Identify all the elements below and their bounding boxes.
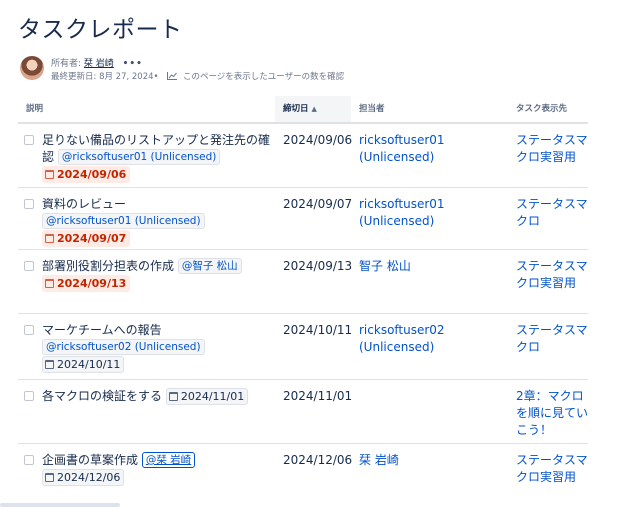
date-lozenge[interactable]: 2024/09/07 (42, 230, 131, 247)
sort-ascending-icon: ▲ (311, 105, 317, 113)
task-checkbox[interactable] (24, 391, 34, 401)
table-row: 企画書の草案作成 @栞 岩崎 2024/12/06 2024/12/06 栞 岩… (18, 444, 588, 504)
column-header-description[interactable]: 説明 (18, 96, 275, 122)
task-checkbox[interactable] (24, 325, 34, 335)
user-mention[interactable]: @ricksoftuser01 (Unlicensed) (57, 149, 221, 165)
location-link[interactable]: ステータスマクロ実習用 (516, 258, 588, 292)
calendar-icon (45, 473, 54, 482)
location-link[interactable]: ステータスマクロ実習用 (516, 132, 588, 166)
location-link[interactable]: ステータスマクロ (516, 322, 588, 356)
due-date: 2024/09/06 (283, 133, 353, 147)
table-row: 部署別役割分担表の作成 @智子 松山 2024/09/13 2024/09/13… (18, 250, 588, 314)
task-text: マーケチームへの報告 (42, 323, 162, 337)
owner-avatar[interactable] (20, 56, 44, 80)
due-date: 2024/09/07 (283, 197, 353, 211)
task-description: 部署別役割分担表の作成 @智子 松山 2024/09/13 (24, 258, 274, 292)
table-header: 説明 締切日 ▲ 担当者 タスク表示先 (18, 96, 588, 124)
owner-line: 所有者: 栞 岩崎 ••• (51, 56, 143, 69)
user-mention[interactable]: @ricksoftuser02 (Unlicensed) (42, 339, 205, 355)
assignee-link[interactable]: ricksoftuser02 (Unlicensed) (359, 322, 519, 356)
updated-line: 最終更新日: 8月 27, 2024• このページを表示したユーザーの数を確認 (51, 72, 345, 82)
date-lozenge[interactable]: 2024/11/01 (165, 388, 249, 405)
column-header-location[interactable]: タスク表示先 (508, 96, 588, 122)
user-mention[interactable]: @ricksoftuser01 (Unlicensed) (42, 213, 205, 229)
page-byline: 所有者: 栞 岩崎 ••• 最終更新日: 8月 27, 2024• このページを… (18, 56, 618, 84)
user-mention[interactable]: @智子 松山 (177, 258, 242, 274)
location-link[interactable]: 2章：マクロを順に見ていこう！ (516, 388, 588, 439)
due-date: 2024/09/13 (283, 259, 353, 273)
last-updated-text: 最終更新日: 8月 27, 2024 (51, 72, 154, 82)
page-title: タスクレポート (18, 17, 183, 43)
date-lozenge[interactable]: 2024/09/13 (42, 275, 131, 292)
table-row: 資料のレビュー @ricksoftuser01 (Unlicensed) 202… (18, 188, 588, 250)
task-text: 企画書の草案作成 (42, 453, 139, 467)
more-actions-icon[interactable]: ••• (123, 59, 143, 69)
calendar-icon (45, 234, 54, 243)
assignee-link[interactable]: ricksoftuser01 (Unlicensed) (359, 132, 519, 166)
owner-name-link[interactable]: 栞 岩崎 (84, 59, 114, 69)
calendar-icon (168, 392, 178, 401)
calendar-icon (45, 360, 54, 369)
calendar-icon (45, 279, 54, 288)
page-viewers-link[interactable]: このページを表示したユーザーの数を確認 (183, 72, 344, 82)
task-description: 足りない備品のリストアップと発注先の確認 @ricksoftuser01 (Un… (24, 132, 274, 183)
task-description: 資料のレビュー @ricksoftuser01 (Unlicensed) 202… (24, 196, 274, 247)
location-link[interactable]: ステータスマクロ (516, 196, 588, 230)
owner-label: 所有者: (51, 59, 82, 69)
task-checkbox[interactable] (24, 455, 34, 465)
assignee-link[interactable]: 栞 岩崎 (359, 452, 519, 469)
date-lozenge[interactable]: 2024/09/06 (42, 166, 131, 183)
task-report-table: 説明 締切日 ▲ 担当者 タスク表示先 足りない備品のリストアップと発注先の確認 … (18, 96, 588, 504)
due-date: 2024/12/06 (283, 453, 353, 467)
location-link[interactable]: ステータスマクロ実習用 (516, 452, 588, 486)
analytics-icon (167, 72, 178, 80)
table-row: 各マクロの検証をする 2024/11/01 2024/11/01 2章：マクロを… (18, 380, 588, 444)
assignee-link[interactable]: ricksoftuser01 (Unlicensed) (359, 196, 519, 230)
task-checkbox[interactable] (24, 199, 34, 209)
task-checkbox[interactable] (24, 261, 34, 271)
task-text: 各マクロの検証をする (42, 389, 163, 403)
date-lozenge[interactable]: 2024/12/06 (42, 469, 125, 486)
task-description: マーケチームへの報告 @ricksoftuser02 (Unlicensed) … (24, 322, 274, 373)
task-text: 部署別役割分担表の作成 (42, 259, 175, 273)
table-row: マーケチームへの報告 @ricksoftuser02 (Unlicensed) … (18, 314, 588, 380)
task-description: 各マクロの検証をする 2024/11/01 (24, 388, 274, 405)
due-date: 2024/10/11 (283, 323, 353, 337)
due-date: 2024/11/01 (283, 389, 353, 403)
task-description: 企画書の草案作成 @栞 岩崎 2024/12/06 (24, 452, 274, 486)
column-header-due-date[interactable]: 締切日 ▲ (275, 96, 351, 122)
user-mention[interactable]: @栞 岩崎 (141, 452, 196, 468)
task-text: 資料のレビュー (42, 197, 127, 211)
table-row: 足りない備品のリストアップと発注先の確認 @ricksoftuser01 (Un… (18, 124, 588, 188)
column-header-assignee[interactable]: 担当者 (351, 96, 511, 122)
date-lozenge[interactable]: 2024/10/11 (42, 356, 125, 373)
horizontal-scrollbar[interactable] (0, 503, 120, 507)
assignee-link[interactable]: 智子 松山 (359, 258, 519, 275)
calendar-icon (45, 170, 54, 179)
task-checkbox[interactable] (24, 135, 34, 145)
